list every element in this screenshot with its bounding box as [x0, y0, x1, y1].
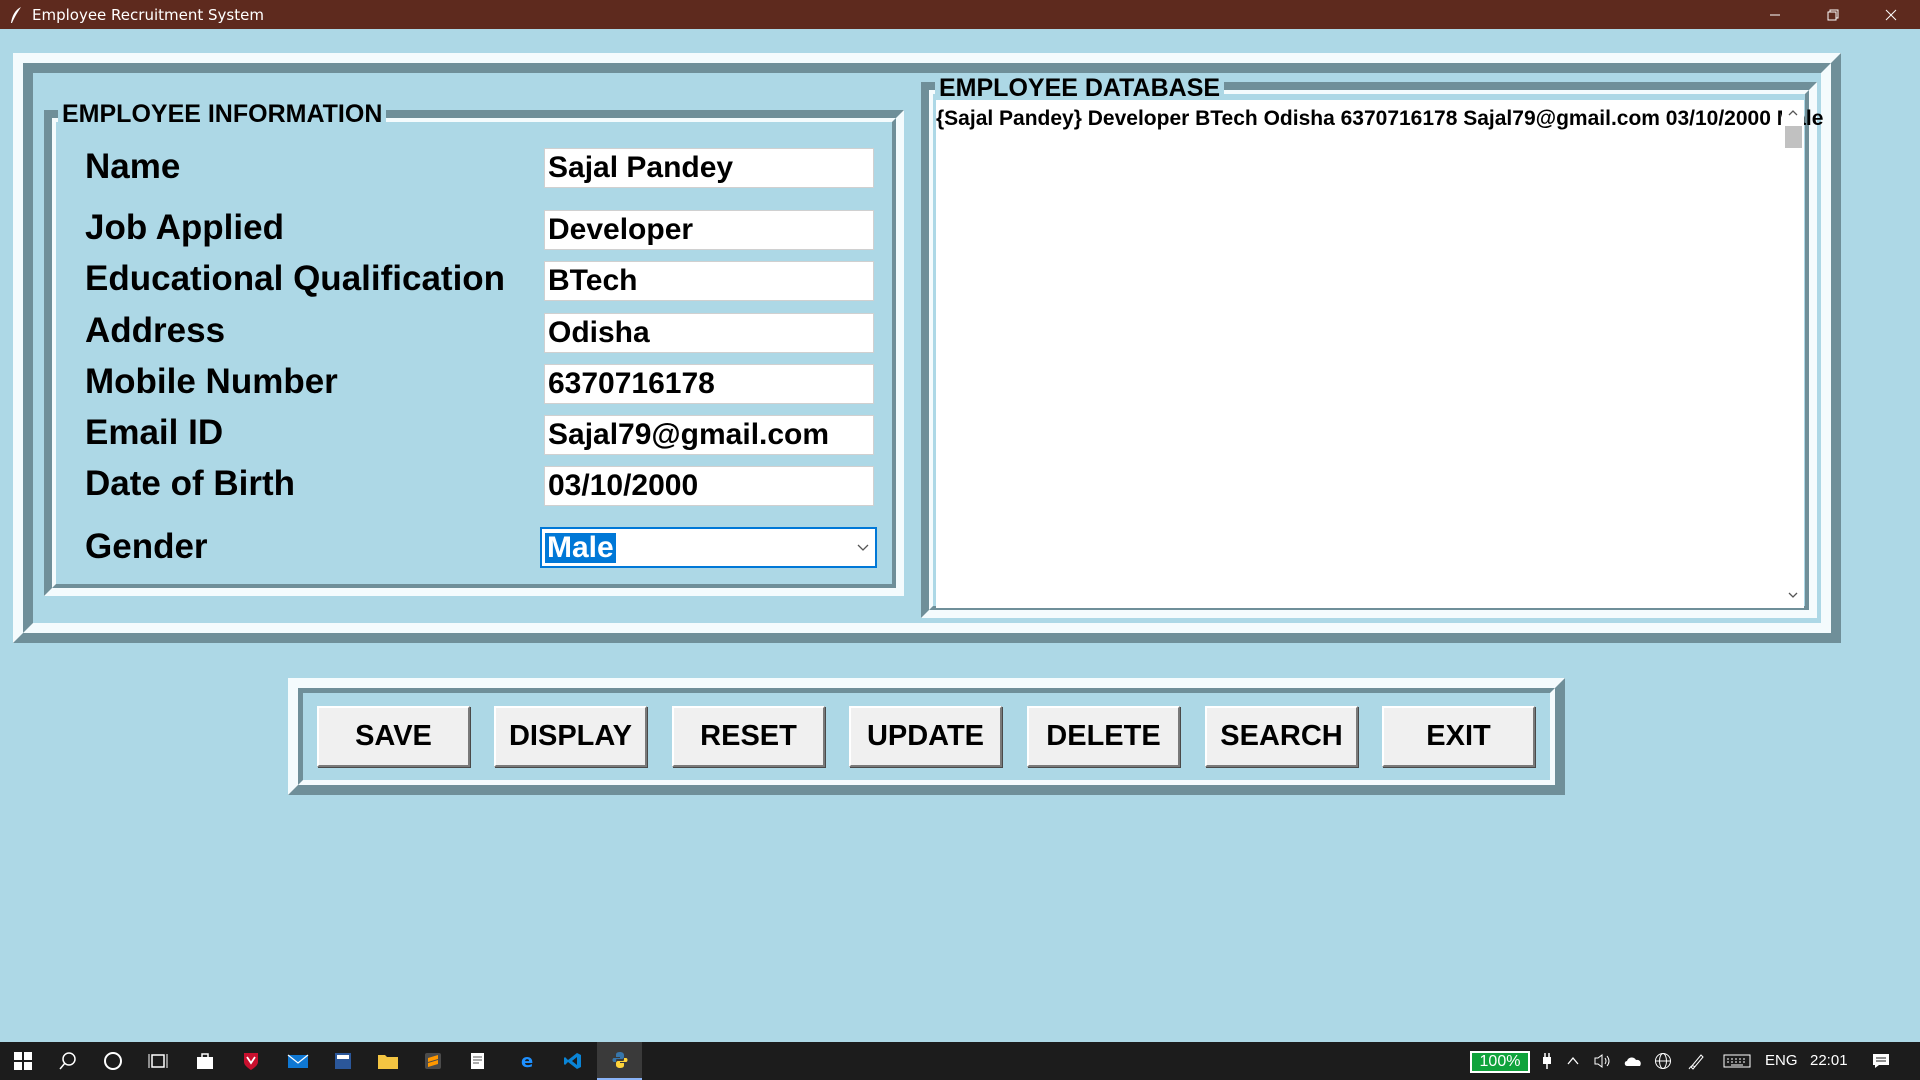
vscode-icon[interactable] — [550, 1042, 595, 1080]
globe-icon[interactable] — [1649, 1042, 1677, 1080]
name-label: Name — [85, 147, 181, 186]
calculator-icon[interactable] — [320, 1042, 365, 1080]
save-button[interactable]: SAVE — [317, 706, 470, 767]
qualification-label: Educational Qualification — [85, 259, 506, 298]
mcafee-icon[interactable] — [228, 1042, 273, 1080]
employee-listbox[interactable]: {Sajal Pandey} Developer BTech Odisha 63… — [936, 100, 1823, 608]
mobile-number-input[interactable]: 6370716178 — [544, 364, 874, 404]
sublime-text-icon[interactable] — [410, 1042, 455, 1080]
close-button[interactable] — [1862, 0, 1920, 29]
qualification-input[interactable]: BTech — [544, 261, 874, 301]
notification-icon[interactable] — [1858, 1042, 1903, 1080]
gender-selected-value: Male — [545, 531, 616, 564]
windows-start-icon[interactable] — [0, 1042, 45, 1080]
employee-database-title: EMPLOYEE DATABASE — [935, 74, 1225, 102]
chevron-down-icon[interactable] — [855, 539, 871, 555]
dob-input[interactable]: 03/10/2000 — [544, 466, 874, 506]
address-label: Address — [85, 311, 226, 350]
search-icon[interactable] — [45, 1042, 90, 1080]
mobile-number-label: Mobile Number — [85, 362, 338, 401]
email-label: Email ID — [85, 413, 224, 452]
clock[interactable]: 22:01 — [1810, 1042, 1848, 1080]
notepad-icon[interactable] — [455, 1042, 500, 1080]
python-icon[interactable] — [597, 1042, 642, 1080]
list-item[interactable]: {Sajal Pandey} Developer BTech Odisha 63… — [936, 107, 1823, 131]
keyboard-icon[interactable] — [1719, 1042, 1755, 1080]
scroll-up-icon[interactable] — [1785, 106, 1801, 120]
battery-indicator[interactable]: 100% — [1470, 1051, 1530, 1073]
language-indicator[interactable]: ENG — [1765, 1042, 1798, 1080]
pen-icon[interactable] — [1683, 1042, 1711, 1080]
reset-button[interactable]: RESET — [672, 706, 825, 767]
volume-icon[interactable] — [1589, 1042, 1617, 1080]
address-input[interactable]: Odisha — [544, 313, 874, 353]
display-button[interactable]: DISPLAY — [494, 706, 647, 767]
job-applied-label: Job Applied — [85, 208, 284, 247]
scroll-down-icon[interactable] — [1785, 588, 1801, 602]
gender-label: Gender — [85, 527, 208, 566]
job-applied-input[interactable]: Developer — [544, 210, 874, 250]
email-input[interactable]: Sajal79@gmail.com — [544, 415, 874, 455]
task-view-icon[interactable] — [135, 1042, 180, 1080]
mail-icon[interactable] — [275, 1042, 320, 1080]
power-plug-icon[interactable] — [1535, 1042, 1559, 1080]
vertical-scrollbar[interactable] — [1782, 100, 1804, 608]
delete-button[interactable]: DELETE — [1027, 706, 1180, 767]
exit-button[interactable]: EXIT — [1382, 706, 1535, 767]
dob-label: Date of Birth — [85, 464, 295, 503]
file-explorer-icon[interactable] — [365, 1042, 410, 1080]
feather-icon — [6, 5, 26, 25]
chevron-up-icon[interactable] — [1561, 1042, 1585, 1080]
minimize-button[interactable] — [1746, 0, 1804, 29]
name-input[interactable]: Sajal Pandey — [544, 148, 874, 188]
title-bar: Employee Recruitment System — [0, 0, 1920, 29]
svg-text:e: e — [521, 1051, 533, 1071]
employee-info-title: EMPLOYEE INFORMATION — [58, 100, 387, 128]
taskbar: e 100% ENG 22:01 — [0, 1042, 1920, 1080]
window-title: Employee Recruitment System — [32, 5, 264, 24]
edge-icon[interactable]: e — [505, 1042, 550, 1080]
update-button[interactable]: UPDATE — [849, 706, 1002, 767]
store-icon[interactable] — [182, 1042, 227, 1080]
restore-button[interactable] — [1804, 0, 1862, 29]
onedrive-icon[interactable] — [1619, 1042, 1647, 1080]
search-button[interactable]: SEARCH — [1205, 706, 1358, 767]
cortana-icon[interactable] — [90, 1042, 135, 1080]
scrollbar-thumb[interactable] — [1785, 126, 1802, 148]
gender-select[interactable]: Male — [540, 527, 877, 568]
